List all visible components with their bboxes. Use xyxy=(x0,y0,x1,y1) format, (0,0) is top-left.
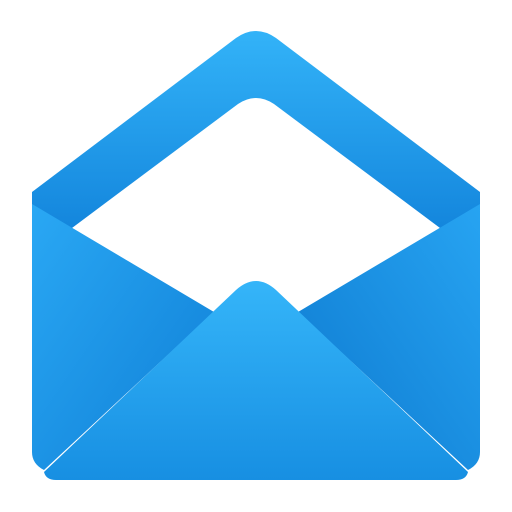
mail-app-icon xyxy=(0,0,512,512)
open-envelope-icon xyxy=(32,31,480,480)
